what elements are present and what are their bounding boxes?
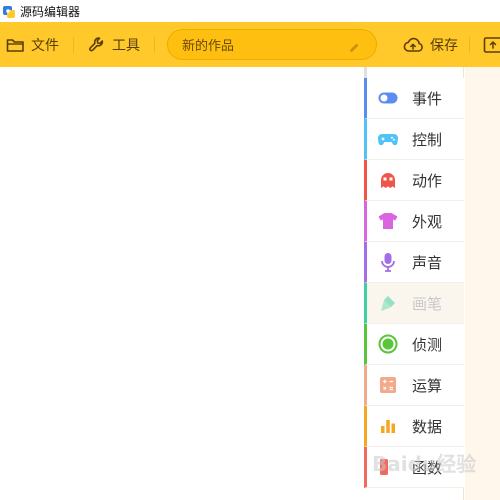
- script-workspace[interactable]: [465, 67, 500, 500]
- folder-icon: [6, 37, 25, 53]
- wrench-icon: [88, 36, 106, 54]
- toggle-icon: [377, 87, 399, 109]
- category-label: 控制: [412, 130, 443, 149]
- app-logo-icon: [2, 4, 16, 18]
- category-1[interactable]: 控制: [364, 119, 464, 160]
- bar-chart-icon: [377, 415, 399, 437]
- category-label: 画笔: [412, 294, 443, 313]
- toolbar: 文件 工具 新的作品 保存: [0, 22, 500, 67]
- category-0[interactable]: 事件: [364, 78, 464, 119]
- category-8[interactable]: 数据: [364, 406, 464, 447]
- pencil-icon[interactable]: [348, 39, 360, 58]
- toolbar-divider: [73, 37, 74, 53]
- save-label: 保存: [430, 37, 458, 54]
- ghost-icon: [377, 169, 399, 191]
- watermark: Baidu经验: [372, 452, 477, 476]
- category-label: 运算: [412, 376, 443, 395]
- project-name-text: 新的作品: [182, 39, 235, 54]
- toolbar-divider: [469, 37, 470, 53]
- project-name-field[interactable]: 新的作品: [167, 29, 377, 60]
- category-label: 侦测: [412, 335, 443, 354]
- category-label: 事件: [412, 89, 443, 108]
- microphone-icon: [377, 251, 399, 273]
- file-menu-button[interactable]: 文件: [6, 22, 59, 67]
- category-label: 动作: [412, 171, 443, 190]
- gamepad-icon: [377, 128, 399, 150]
- category-3[interactable]: 外观: [364, 201, 464, 242]
- save-button[interactable]: 保存: [402, 22, 458, 67]
- block-category-palette: 事件 控制 动作 外观 声音 画笔 侦测 运算 数据 函数: [364, 67, 464, 500]
- detect-icon: [377, 333, 399, 355]
- palette-top-item: [364, 67, 464, 78]
- calculator-icon: [377, 374, 399, 396]
- publish-button[interactable]: [483, 22, 500, 67]
- file-menu-label: 文件: [31, 37, 59, 54]
- publish-icon: [483, 36, 500, 54]
- category-5[interactable]: 画笔: [364, 283, 464, 324]
- tools-menu-label: 工具: [112, 37, 140, 54]
- category-6[interactable]: 侦测: [364, 324, 464, 365]
- stage-canvas-area[interactable]: [0, 67, 364, 500]
- toolbar-divider: [154, 37, 155, 53]
- tools-menu-button[interactable]: 工具: [88, 22, 140, 67]
- window-title: 源码编辑器: [20, 4, 81, 19]
- category-label: 声音: [412, 253, 443, 272]
- title-bar: 源码编辑器: [0, 0, 500, 22]
- brush-icon: [377, 292, 399, 314]
- tshirt-icon: [377, 210, 399, 232]
- category-2[interactable]: 动作: [364, 160, 464, 201]
- category-label: 数据: [412, 417, 443, 436]
- category-label: 外观: [412, 212, 443, 231]
- category-7[interactable]: 运算: [364, 365, 464, 406]
- category-4[interactable]: 声音: [364, 242, 464, 283]
- cloud-upload-icon: [402, 37, 424, 53]
